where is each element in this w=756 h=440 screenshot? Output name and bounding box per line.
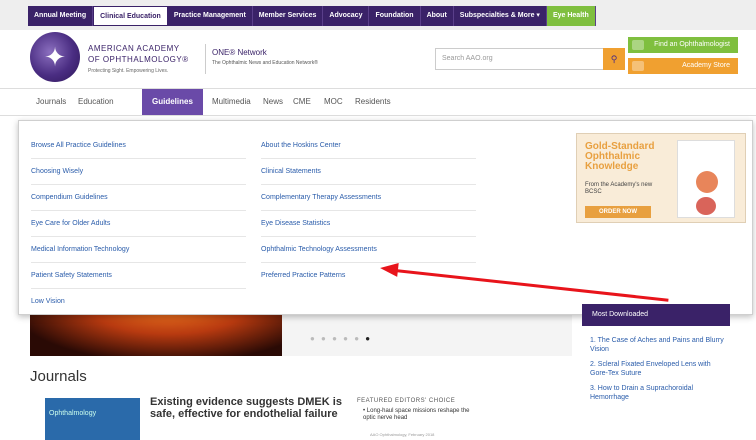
nav-moc[interactable]: MOC (324, 89, 343, 115)
network-subtitle: The Ophthalmic News and Education Networ… (212, 60, 318, 66)
guidelines-dropdown: Browse All Practice Guidelines Choosing … (18, 120, 753, 315)
academy-store-label: Academy Store (682, 62, 730, 69)
dd-link-medical-it[interactable]: Medical Information Technology (31, 237, 246, 263)
utility-item-practice-management[interactable]: Practice Management (168, 6, 253, 26)
bcsc-book-image (677, 140, 735, 218)
journal-headline[interactable]: Existing evidence suggests DMEK is safe,… (150, 396, 350, 420)
promo-title: Gold-Standard Ophthalmic Knowledge (585, 141, 655, 172)
book-graphic-circle (696, 197, 716, 215)
most-downloaded-header: Most Downloaded (582, 304, 730, 326)
network-title[interactable]: ONE® Network (212, 48, 267, 57)
org-tagline: Protecting Sight. Empowering Lives. (88, 68, 169, 74)
dd-link-choosing-wisely[interactable]: Choosing Wisely (31, 159, 246, 185)
academy-store-button[interactable]: Academy Store (628, 58, 738, 74)
logo-star-icon: ✦ (44, 42, 66, 72)
dd-link-complementary-therapy[interactable]: Complementary Therapy Assessments (261, 185, 476, 211)
dd-link-browse-all[interactable]: Browse All Practice Guidelines (31, 133, 246, 159)
dropdown-col-1: Browse All Practice Guidelines Choosing … (31, 133, 246, 315)
nav-residents[interactable]: Residents (355, 89, 391, 115)
utility-item-about[interactable]: About (421, 6, 454, 26)
dd-link-older-adults[interactable]: Eye Care for Older Adults (31, 211, 246, 237)
most-downloaded-item[interactable]: 1. The Case of Aches and Pains and Blurr… (590, 336, 730, 354)
nav-news[interactable]: News (263, 89, 283, 115)
person-icon (632, 40, 644, 50)
utility-bar: Annual Meeting Clinical Education Practi… (0, 0, 756, 30)
utility-nav: Annual Meeting Clinical Education Practi… (28, 6, 596, 26)
utility-item-advocacy[interactable]: Advocacy (323, 6, 370, 26)
dd-link-ophthalmic-technology[interactable]: Ophthalmic Technology Assessments (261, 237, 476, 263)
find-ophthalmologist-button[interactable]: Find an Ophthalmologist (628, 37, 738, 53)
search-icon: ⚲ (610, 54, 618, 64)
org-name-line1: AMERICAN ACADEMY (88, 44, 180, 53)
most-downloaded-item[interactable]: 3. How to Drain a Suprachoroidal Hemorrh… (590, 384, 730, 402)
carousel-dots[interactable]: ● ● ● ● ● ● (310, 334, 372, 343)
dd-link-eye-disease-stats[interactable]: Eye Disease Statistics (261, 211, 476, 237)
utility-item-annual-meeting[interactable]: Annual Meeting (28, 6, 94, 26)
nav-multimedia[interactable]: Multimedia (212, 89, 251, 115)
nav-guidelines[interactable]: Guidelines (142, 89, 203, 115)
dd-link-compendium[interactable]: Compendium Guidelines (31, 185, 246, 211)
book-graphic-circle (696, 171, 718, 193)
journal-cover[interactable]: Ophthalmology (45, 398, 140, 440)
dd-link-patient-safety[interactable]: Patient Safety Statements (31, 263, 246, 289)
most-downloaded-item[interactable]: 2. Scleral Fixated Enveloped Lens with G… (590, 360, 730, 378)
journal-cover-label: Ophthalmology (49, 410, 97, 417)
utility-item-subspecialties[interactable]: Subspecialties & More ▾ (454, 6, 547, 26)
search-button[interactable]: ⚲ (603, 48, 625, 70)
search-input[interactable]: Search AAO.org (435, 48, 605, 70)
dropdown-col-2: About the Hoskins Center Clinical Statem… (261, 133, 476, 289)
utility-item-eye-health[interactable]: Eye Health (546, 6, 596, 26)
featured-meta: AAO Ophthalmology, February 2018 (370, 432, 435, 437)
main-nav: Journals Education Guidelines Multimedia… (0, 88, 756, 116)
promo-subtitle: From the Academy's new BCSC (585, 182, 653, 195)
cart-icon (632, 61, 644, 71)
dd-link-low-vision[interactable]: Low Vision (31, 289, 246, 315)
nav-journals[interactable]: Journals (36, 89, 66, 115)
utility-item-member-services[interactable]: Member Services (253, 6, 324, 26)
nav-education[interactable]: Education (78, 89, 114, 115)
annotation-arrow-head-icon (379, 261, 399, 277)
promo-order-button[interactable]: ORDER NOW (585, 206, 651, 218)
find-ophthalmologist-label: Find an Ophthalmologist (654, 41, 730, 48)
aao-logo-icon[interactable]: ✦ (30, 32, 80, 82)
utility-item-foundation[interactable]: Foundation (369, 6, 421, 26)
dd-link-clinical-statements[interactable]: Clinical Statements (261, 159, 476, 185)
nav-cme[interactable]: CME (293, 89, 311, 115)
org-name-line2: OF OPHTHALMOLOGY® (88, 55, 189, 64)
journals-heading: Journals (30, 368, 87, 385)
most-downloaded-list: 1. The Case of Aches and Pains and Blurr… (590, 336, 730, 408)
featured-label: FEATURED EDITORS' CHOICE (357, 398, 456, 404)
featured-item[interactable]: • Long-haul space missions reshape the o… (363, 408, 473, 422)
header-divider (205, 44, 206, 74)
bcsc-promo-banner[interactable]: Gold-Standard Ophthalmic Knowledge From … (576, 133, 746, 223)
utility-item-clinical-education[interactable]: Clinical Education (93, 6, 168, 26)
dd-link-hoskins-center[interactable]: About the Hoskins Center (261, 133, 476, 159)
site-header: ✦ AMERICAN ACADEMY OF OPHTHALMOLOGY® Pro… (28, 30, 738, 88)
